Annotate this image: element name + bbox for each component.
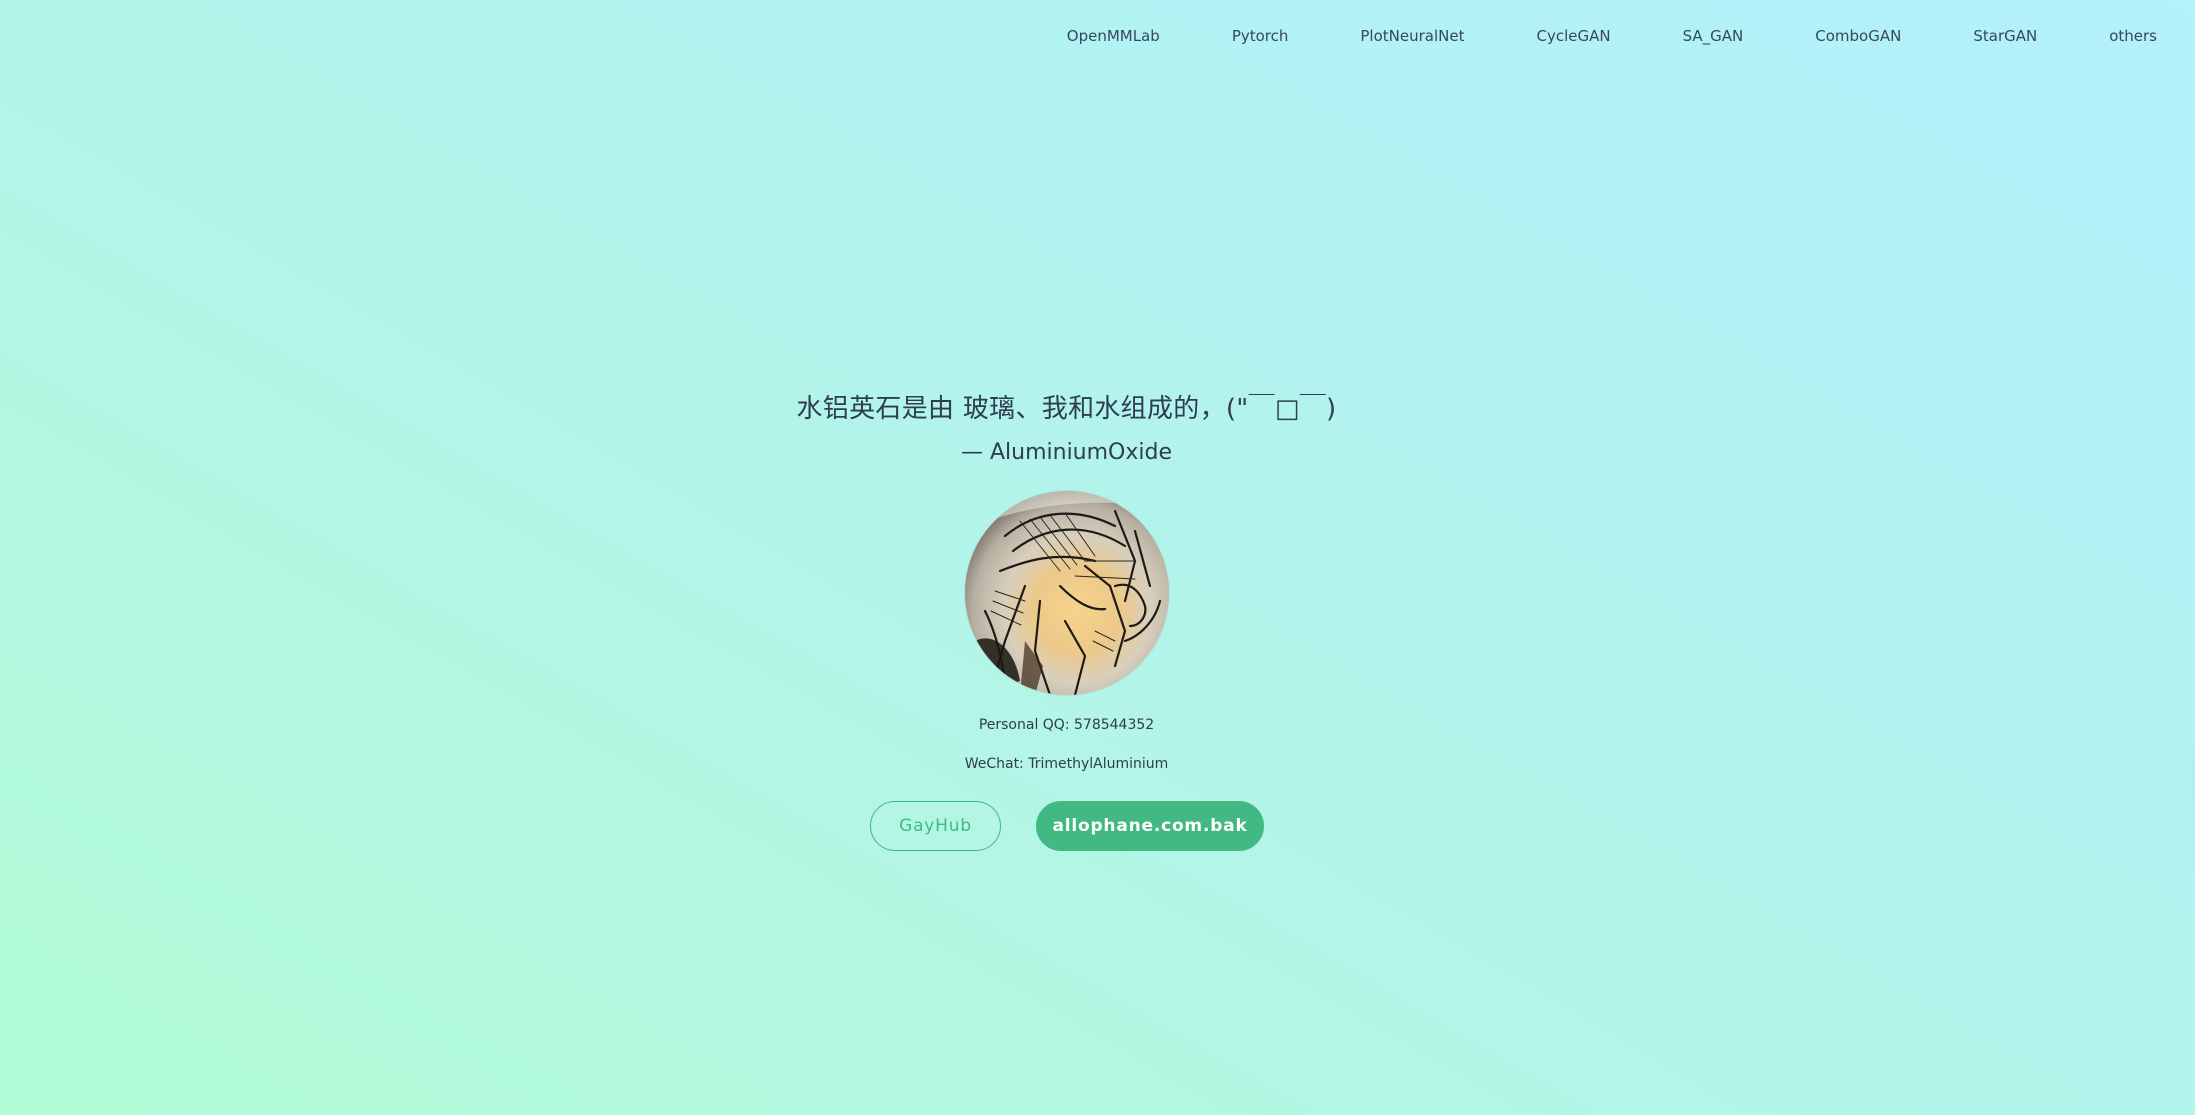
contact-qq: Personal QQ: 578544352 — [978, 717, 1155, 733]
hero-author: — AluminiumOxide — [960, 440, 1173, 465]
hero-quote: 水铝英石是由 玻璃、我和水组成的，("￣□￣) — [796, 394, 1337, 424]
avatar-illustration — [965, 491, 1169, 695]
avatar — [965, 491, 1169, 695]
gayhub-button[interactable]: GayHub — [870, 801, 1001, 851]
allophane-button[interactable]: allophane.com.bak — [1036, 801, 1264, 851]
contact-wechat: WeChat: TrimethylAluminium — [964, 756, 1169, 772]
hero-section: 水铝英石是由 玻璃、我和水组成的，("￣□￣) — AluminiumOxide — [0, 0, 2195, 1115]
